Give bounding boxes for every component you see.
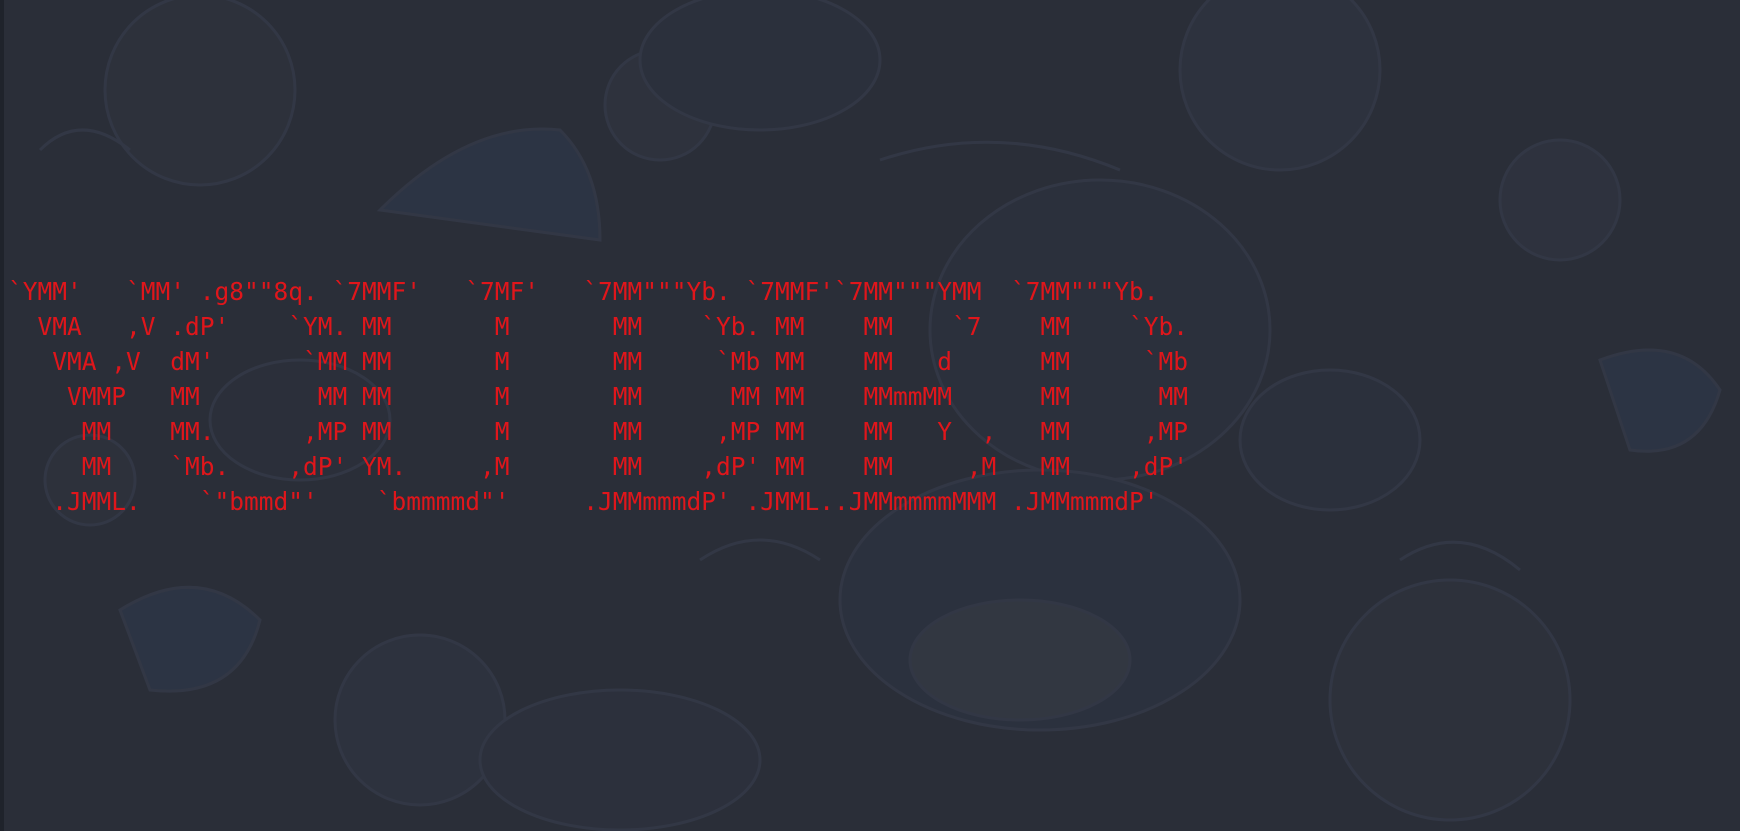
- banner-line: VMA ,V dM' `MM MM M MM `Mb MM MM d MM `M…: [8, 347, 1189, 376]
- terminal-ascii-banner: `YMM' `MM' .g8""8q. `7MMF' `7MF' `7MM"""…: [8, 274, 1188, 519]
- banner-line: .JMML. `"bmmd"' `bmmmmd"' .JMMmmmdP' .JM…: [8, 487, 1159, 516]
- banner-line: VMMP MM MM MM M MM MM MM MMmmMM MM MM: [8, 382, 1189, 411]
- window-left-border: [0, 0, 4, 831]
- banner-line: MM MM. ,MP MM M MM ,MP MM MM Y , MM ,MP: [8, 417, 1189, 446]
- desktop-screen: `YMM' `MM' .g8""8q. `7MMF' `7MF' `7MM"""…: [0, 0, 1740, 831]
- banner-line: `YMM' `MM' .g8""8q. `7MMF' `7MF' `7MM"""…: [8, 277, 1159, 306]
- banner-line: VMA ,V .dP' `YM. MM M MM `Yb. MM MM `7 M…: [8, 312, 1189, 341]
- banner-line: MM `Mb. ,dP' YM. ,M MM ,dP' MM MM ,M MM …: [8, 452, 1189, 481]
